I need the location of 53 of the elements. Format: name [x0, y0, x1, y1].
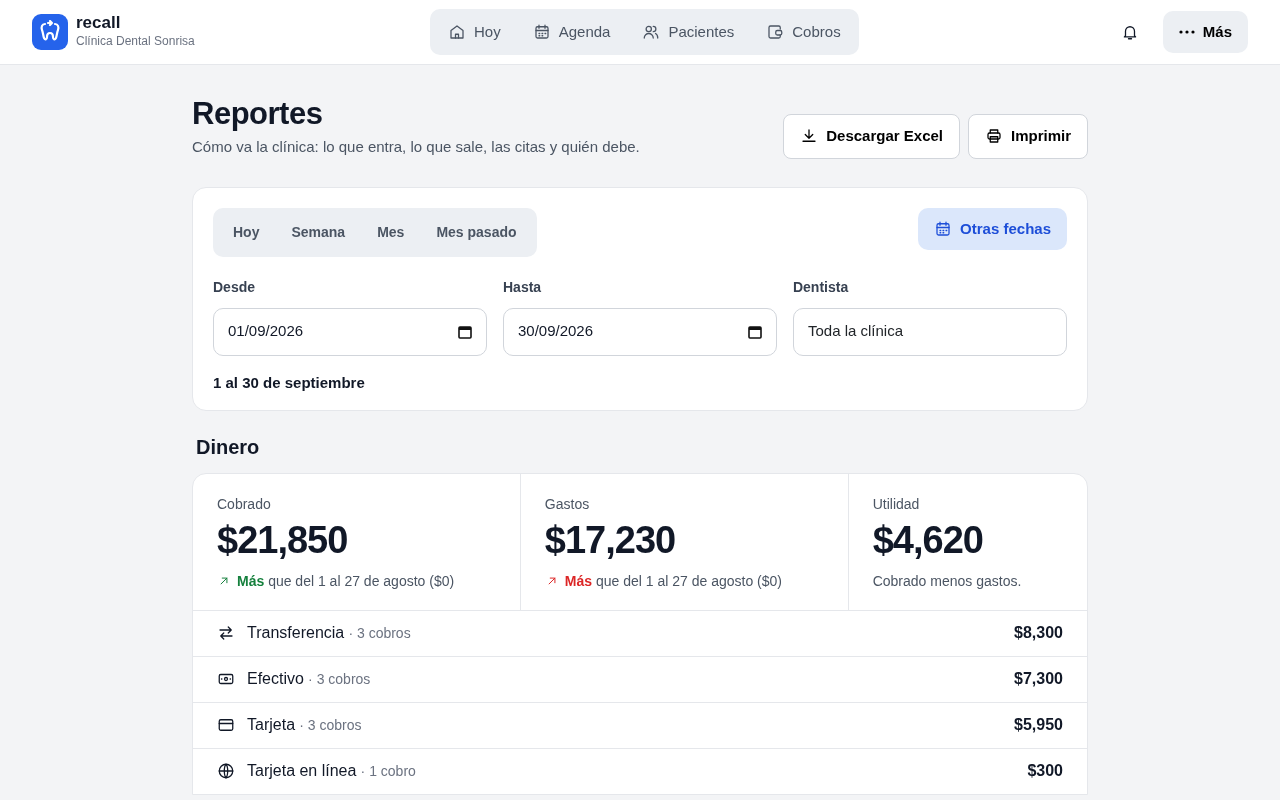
amount-text: $8,300 — [1014, 623, 1063, 644]
more-icon — [1178, 30, 1195, 34]
stat-value: $21,850 — [217, 519, 349, 563]
brand-name: recall — [76, 13, 122, 33]
stat-label: Cobrado — [217, 495, 272, 515]
period-tab[interactable]: Mes pasado — [420, 211, 533, 253]
payment-method-label: Tarjeta · 3 cobros — [247, 715, 362, 736]
nav-tab[interactable]: Hoy — [434, 12, 515, 52]
dentist-select[interactable]: Toda la clínica — [792, 307, 1067, 356]
calendar-icon[interactable] — [458, 324, 472, 339]
other-dates-button[interactable]: Otras fechas — [918, 207, 1067, 251]
period-tab[interactable]: Semana — [275, 211, 362, 253]
calendar-icon — [532, 23, 551, 41]
clinic-name: Clínica Dental Sonrisa — [76, 33, 195, 51]
payment-method-label: Efectivo · 3 cobros — [247, 669, 371, 690]
calendar-icon — [934, 219, 953, 238]
date-field[interactable]: 30/09/2026 — [503, 307, 777, 356]
nav-tab[interactable]: Agenda — [518, 12, 625, 52]
printer-icon — [985, 127, 1003, 146]
field-label: Desde — [213, 277, 257, 297]
field-label: Dentista — [792, 277, 850, 297]
payment-method-label: Transferencia · 3 cobros — [247, 623, 411, 644]
stat-value: $4,620 — [872, 519, 984, 563]
stat-note: Cobrado menos gastos. — [872, 571, 1022, 591]
section-title: Dinero — [196, 435, 261, 460]
amount-text: $7,300 — [1014, 669, 1063, 690]
more-button[interactable]: Más — [1162, 10, 1248, 54]
stat-note: Más que del 1 al 27 de agosto ($0) — [564, 571, 782, 591]
arrows-icon — [217, 624, 235, 643]
stat-label: Utilidad — [872, 495, 921, 515]
tooth-logo-icon — [32, 14, 68, 50]
print-button[interactable]: Imprimir — [968, 114, 1088, 159]
wallet-icon — [766, 23, 785, 41]
page-subtitle: Cómo va la clínica: lo que entra, lo que sale, las citas y quién debe. — [192, 137, 640, 158]
nav-tab[interactable]: Pacientes — [628, 12, 749, 52]
period-tab[interactable]: Hoy — [217, 211, 276, 253]
date-range-text: 1 al 30 de septiembre — [213, 372, 366, 393]
nav-tab[interactable]: Cobros — [752, 12, 855, 52]
people-icon — [642, 23, 661, 41]
home-icon — [448, 23, 466, 41]
period-tab[interactable]: Mes — [361, 211, 421, 253]
stat-note: Más que del 1 al 27 de agosto ($0) — [237, 571, 455, 591]
globe-icon — [217, 762, 235, 781]
calendar-icon[interactable] — [747, 324, 762, 339]
field-label: Hasta — [503, 277, 543, 297]
page-title: Reportes — [192, 95, 324, 133]
payment-method-label: Tarjeta en línea · 1 cobro — [247, 761, 416, 782]
stat-label: Gastos — [544, 495, 591, 515]
stat-value: $17,230 — [544, 519, 677, 563]
amount-text: $300 — [1027, 761, 1063, 782]
download-button[interactable]: Descargar Excel — [783, 114, 960, 159]
date-field[interactable]: 01/09/2026 — [213, 307, 487, 356]
amount-text: $5,950 — [1014, 715, 1063, 736]
